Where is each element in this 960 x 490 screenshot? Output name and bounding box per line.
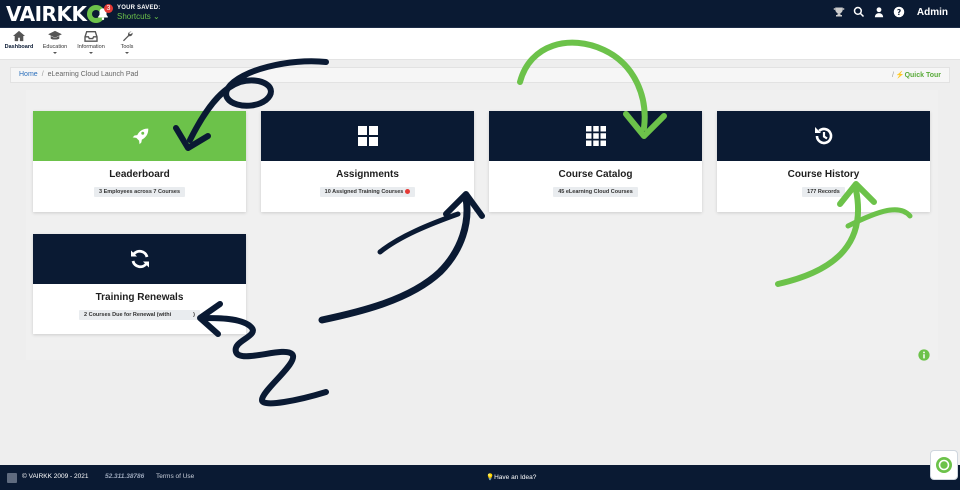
quick-tour-link[interactable]: / ⚡Quick Tour <box>892 71 941 79</box>
course-history-stat: 177 Records <box>802 187 845 197</box>
leaderboard-card-header <box>33 111 246 161</box>
vairkko-logo[interactable]: VAIRKK <box>6 2 106 26</box>
chevron-down-icon <box>53 52 57 54</box>
chat-widget-button[interactable] <box>930 450 958 480</box>
course-catalog-title: Course Catalog <box>558 169 633 180</box>
toolbar-information[interactable]: Information <box>74 30 108 54</box>
alert-icon <box>405 189 411 195</box>
history-icon <box>814 127 832 145</box>
toolbar-information-label: Information <box>77 44 105 50</box>
home-icon <box>13 30 25 42</box>
have-an-idea-link[interactable]: 💡Have an Idea? <box>486 473 536 481</box>
chat-icon <box>936 457 952 473</box>
course-catalog-stat: 45 eLearning Cloud Courses <box>553 187 638 197</box>
graduation-cap-icon <box>48 30 62 40</box>
course-catalog-card[interactable]: Course Catalog 45 eLearning Cloud Course… <box>489 111 702 212</box>
course-history-title: Course History <box>787 169 860 180</box>
footer: © VAIRKK 2009 - 2021 52.311.38786 Terms … <box>0 465 960 490</box>
wrench-icon <box>122 31 133 42</box>
rocket-icon <box>132 128 148 145</box>
logo-text: VAIRKK <box>6 2 87 26</box>
terms-of-use-link[interactable]: Terms of Use <box>156 473 194 480</box>
assignments-card[interactable]: Assignments 10 Assigned Training Courses <box>261 111 474 212</box>
shortcuts-dropdown[interactable]: Shortcuts ⌄ <box>117 12 160 21</box>
chevron-down-icon <box>125 52 129 54</box>
course-history-card[interactable]: Course History 177 Records <box>717 111 930 212</box>
toolbar-tools[interactable]: Tools <box>110 30 144 54</box>
training-renewals-title: Training Renewals <box>95 292 184 303</box>
search-icon[interactable] <box>853 6 865 18</box>
breadcrumb: Home / eLearning Cloud Launch Pad <box>19 71 138 78</box>
inbox-icon <box>84 31 98 42</box>
training-renewals-card[interactable]: Training Renewals 2 Courses Due for Rene… <box>33 234 246 334</box>
grid-4-icon <box>357 126 378 146</box>
course-history-card-header <box>717 111 930 161</box>
user-icon[interactable] <box>873 6 885 18</box>
breadcrumb-current: eLearning Cloud Launch Pad <box>47 71 139 78</box>
leaderboard-card[interactable]: Leaderboard 3 Employees across 7 Courses <box>33 111 246 212</box>
leaderboard-stat: 3 Employees across 7 Courses <box>93 187 185 197</box>
course-catalog-card-header <box>489 111 702 161</box>
quick-tour-label: Quick Tour <box>904 72 941 79</box>
main-toolbar: Dashboard Education Information Tools <box>0 28 960 60</box>
toolbar-education-label: Education <box>42 44 68 50</box>
admin-menu[interactable]: Admin <box>917 7 948 18</box>
version-number: 52.311.38786 <box>105 473 145 480</box>
training-renewals-stat: 2 Courses Due for Renewal (withi) <box>79 310 200 320</box>
leaderboard-title: Leaderboard <box>109 169 170 180</box>
toolbar-tools-label: Tools <box>120 44 134 50</box>
toolbar-dashboard-label: Dashboard <box>4 44 34 50</box>
info-icon[interactable] <box>918 349 930 361</box>
saved-label: YOUR SAVED: <box>117 5 161 11</box>
assignments-stat: 10 Assigned Training Courses <box>319 187 416 197</box>
chevron-down-icon <box>89 52 93 54</box>
assignments-title: Assignments <box>336 169 399 180</box>
top-right-menu: ? Admin <box>833 6 948 18</box>
breadcrumb-separator: / <box>41 71 44 78</box>
trophy-icon[interactable] <box>833 6 845 18</box>
top-bar: VAIRKK 3 YOUR SAVED: Shortcuts ⌄ ? Admin <box>0 0 960 28</box>
toolbar-dashboard[interactable]: Dashboard <box>2 30 36 50</box>
assignments-card-header <box>261 111 474 161</box>
svg-text:?: ? <box>897 8 901 17</box>
grid-9-icon <box>585 126 606 146</box>
lightbulb-icon: 💡 <box>486 474 495 481</box>
refresh-icon[interactable] <box>7 473 17 483</box>
toolbar-education[interactable]: Education <box>38 30 72 54</box>
bolt-icon: ⚡ <box>895 72 905 79</box>
breadcrumb-home-link[interactable]: Home <box>19 71 38 78</box>
breadcrumb-bar: Home / eLearning Cloud Launch Pad / ⚡Quick… <box>10 67 950 83</box>
training-renewals-card-header <box>33 234 246 284</box>
saved-shortcuts[interactable]: YOUR SAVED: Shortcuts ⌄ <box>117 5 160 21</box>
help-icon[interactable]: ? <box>893 6 905 18</box>
refresh-icon <box>130 249 149 269</box>
breadcrumb-separator: / <box>891 72 894 79</box>
notification-badge: 3 <box>104 4 113 13</box>
copyright-text: © VAIRKK 2009 - 2021 <box>22 473 89 480</box>
